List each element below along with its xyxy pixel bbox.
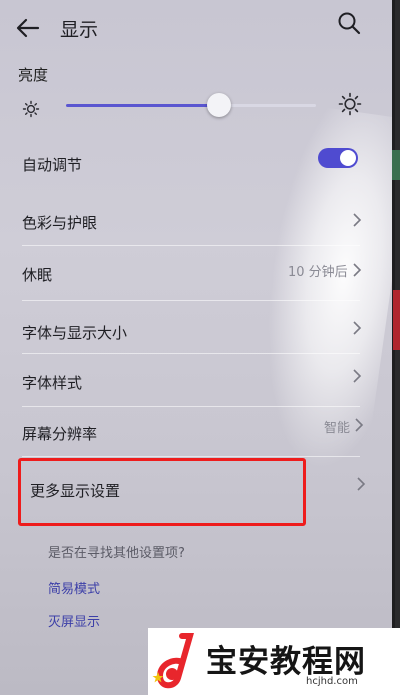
row-resolution-label: 屏幕分辨率	[22, 425, 98, 443]
chevron-right-icon	[353, 213, 362, 227]
watermark-url: hcjhd.com	[306, 676, 358, 687]
phone-side-edge	[392, 150, 400, 180]
watermark-title: 宝安教程网	[206, 644, 366, 680]
chevron-right-icon	[353, 321, 362, 335]
brightness-slider-fill	[66, 104, 219, 107]
row-sleep[interactable]: 休眠 10 分钟后	[0, 248, 392, 300]
watermark: 宝安教程网 hcjhd.com	[148, 628, 400, 695]
divider	[22, 456, 360, 457]
row-font-display-size[interactable]: 字体与显示大小	[0, 304, 392, 354]
brightness-slider[interactable]	[66, 93, 316, 117]
search-icon[interactable]	[336, 10, 362, 36]
brightness-slider-thumb[interactable]	[206, 93, 231, 117]
row-resolution-value: 智能	[324, 421, 351, 436]
row-color-eye-comfort[interactable]: 色彩与护眼	[0, 196, 392, 246]
sun-large-icon	[338, 92, 362, 116]
suggestion-link-simple-mode[interactable]: 简易模式	[48, 578, 100, 597]
chevron-right-icon	[353, 263, 362, 277]
divider	[22, 353, 360, 354]
divider	[22, 245, 360, 246]
sun-small-icon	[22, 100, 40, 118]
page-title: 显示	[60, 19, 99, 41]
suggestion-link-aod[interactable]: 灭屏显示	[48, 611, 100, 630]
row-sleep-label: 休眠	[22, 266, 53, 284]
chevron-right-icon	[353, 369, 362, 383]
divider	[22, 406, 360, 407]
row-color-eye-label: 色彩与护眼	[22, 214, 98, 232]
arrow-left-icon[interactable]	[14, 14, 42, 42]
divider	[22, 300, 360, 301]
suggestion-question: 是否在寻找其他设置项?	[48, 546, 185, 561]
brightness-label: 亮度	[18, 66, 49, 84]
row-font-display-size-label: 字体与显示大小	[22, 324, 128, 342]
phone-side-button	[393, 290, 400, 350]
highlight-box	[18, 458, 306, 526]
chevron-right-icon	[357, 477, 366, 491]
row-auto-adjust-label: 自动调节	[22, 156, 83, 174]
app-header: 显示	[0, 0, 392, 56]
phone-screen: 显示 亮度 自动调节 色彩与护眼 休眠 10 分钟后 字体与显示大小 字体样式 …	[0, 0, 395, 695]
auto-adjust-toggle[interactable]	[318, 148, 358, 168]
row-font-style[interactable]: 字体样式	[0, 356, 392, 408]
row-font-style-label: 字体样式	[22, 374, 83, 392]
chevron-right-icon	[355, 418, 364, 432]
row-sleep-value: 10 分钟后	[288, 265, 348, 280]
watermark-logo-icon	[152, 633, 194, 689]
row-screen-resolution[interactable]: 屏幕分辨率 智能	[0, 408, 392, 456]
toggle-knob	[340, 150, 356, 166]
